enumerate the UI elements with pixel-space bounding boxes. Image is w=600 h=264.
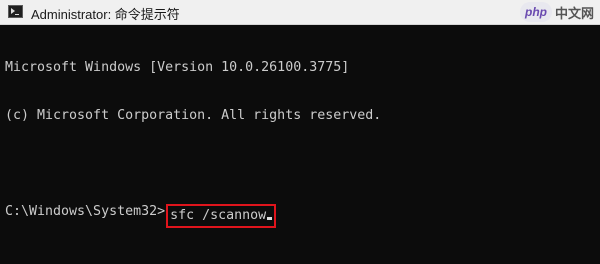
console-line: (c) Microsoft Corporation. All rights re… — [5, 108, 382, 123]
console-output[interactable]: Microsoft Windows [Version 10.0.26100.37… — [5, 28, 381, 252]
command-prompt-window: Administrator: 命令提示符 php 中文网 Microsoft W… — [0, 0, 600, 264]
command-text[interactable]: sfc /scannow — [170, 208, 266, 223]
title-bar[interactable]: Administrator: 命令提示符 php 中文网 — [0, 0, 600, 25]
cmd-icon — [8, 5, 23, 18]
prompt-line: C:\Windows\System32> sfc /scannow — [5, 204, 381, 228]
watermark: php 中文网 — [519, 2, 594, 22]
window-title: Administrator: 命令提示符 — [31, 7, 180, 22]
prompt-path: C:\Windows\System32> — [5, 204, 166, 219]
watermark-text: 中文网 — [554, 6, 594, 22]
watermark-logo: php — [519, 2, 552, 22]
text-cursor — [267, 217, 273, 220]
command-highlight-box: sfc /scannow — [166, 204, 277, 228]
console-line: Microsoft Windows [Version 10.0.26100.37… — [5, 60, 350, 75]
